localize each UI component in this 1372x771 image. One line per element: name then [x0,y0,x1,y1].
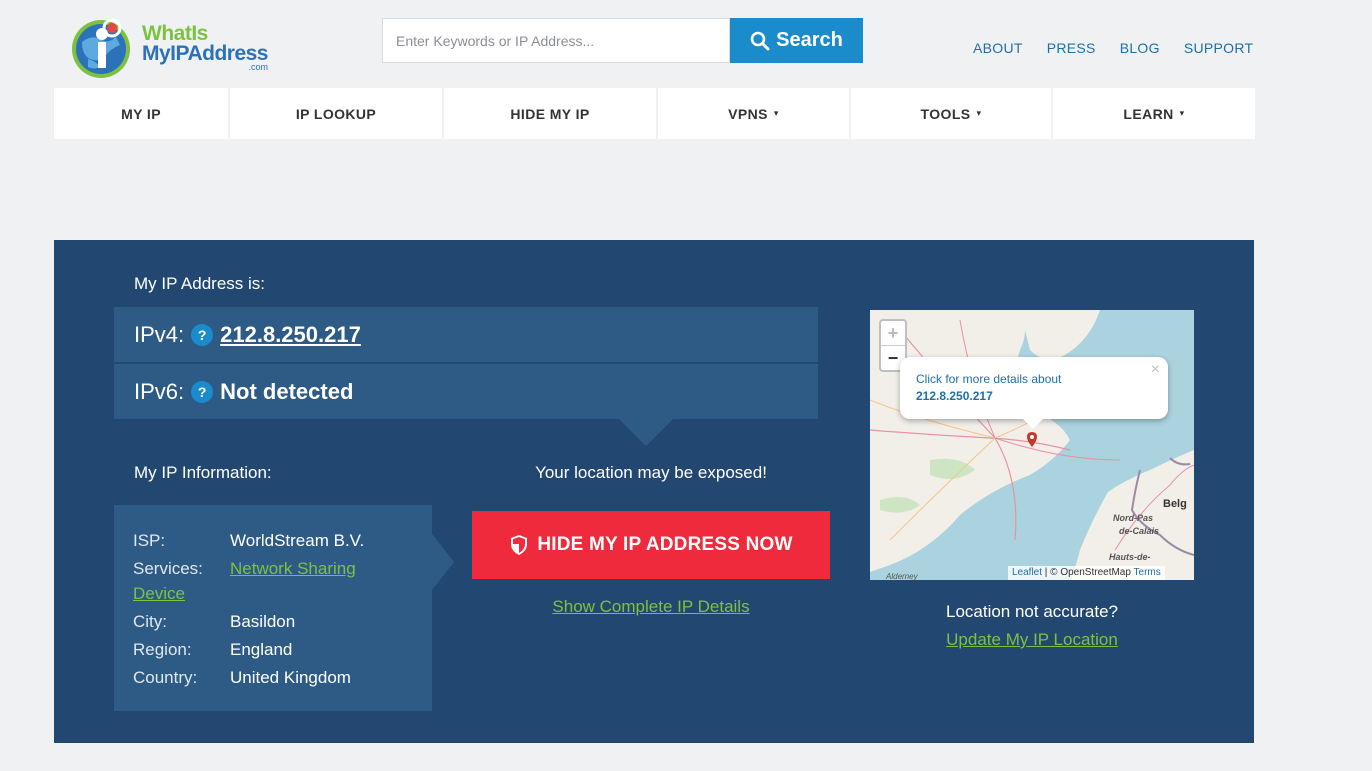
region-value: England [230,640,293,659]
search-button-label: Search [776,29,843,51]
nav-label: MY IP [121,105,161,122]
globe-logo-icon [68,14,134,80]
dropdown-caret-icon: ▾ [976,108,982,118]
nav-item-tools[interactable]: TOOLS ▾ [851,88,1053,139]
ipv4-value-link[interactable]: 212.8.250.217 [220,322,361,348]
logo-text-line2: MyIPAddress [142,41,269,65]
country-value: United Kingdom [230,668,351,687]
search-input[interactable] [382,18,730,63]
map-popup[interactable]: Click for more details about 212.8.250.2… [900,357,1168,419]
ipv6-label: IPv6: [134,378,185,404]
country-key: Country: [133,668,198,687]
ipv4-label: IPv4: [134,321,185,347]
nav-item-hide-my-ip[interactable]: HIDE MY IP [444,88,658,139]
map-label-calais: de-Calais [1119,526,1160,536]
support-link[interactable]: SUPPORT [1184,40,1254,56]
map-label-alderney: Alderney [886,572,918,580]
info-heading: My IP Information: [134,463,272,482]
dropdown-caret-icon: ▾ [1179,108,1185,118]
map-tiles [870,310,1194,580]
ipv6-row: IPv6: ? Not detected [114,364,818,419]
help-icon[interactable]: ? [191,323,214,346]
city-key: City: [133,612,167,631]
leaflet-link[interactable]: Leaflet [1012,567,1042,578]
isp-key: ISP: [133,531,166,550]
nav-label: IP LOOKUP [295,105,377,122]
popup-ip: 212.8.250.217 [916,389,993,403]
exposed-warning: Your location may be exposed! [535,463,767,482]
help-icon[interactable]: ? [191,380,214,403]
map-attribution: Leaflet | © OpenStreetMap Terms [1008,566,1165,580]
nav-item-learn[interactable]: LEARN ▾ [1053,88,1255,139]
popup-tip [1022,418,1044,429]
region-key: Region: [133,640,192,659]
map-label-nord: Nord-Pas [1113,513,1154,523]
ip-heading: My IP Address is: [134,274,266,293]
hide-button-label: HIDE MY IP ADDRESS NOW [537,534,793,555]
blog-link[interactable]: BLOG [1120,40,1160,56]
nav-label: VPNS [728,105,768,122]
hide-my-ip-button[interactable]: HIDE MY IP ADDRESS NOW [472,511,830,579]
services-link[interactable]: Network Sharing [230,555,356,583]
nav-label: LEARN [1123,105,1174,122]
site-logo[interactable]: WhatIs MyIPAddress .com [68,12,278,82]
services-key: Services: [133,559,203,578]
nav-item-ip-lookup[interactable]: IP LOOKUP [230,88,444,139]
attribution-text: | © OpenStreetMap [1042,567,1134,578]
nav-item-my-ip[interactable]: MY IP [54,88,230,139]
close-icon[interactable]: × [1151,361,1160,379]
terms-link[interactable]: Terms [1134,567,1161,578]
ipv6-value: Not detected [220,378,354,404]
show-ip-details-link[interactable]: Show Complete IP Details [472,597,830,617]
isp-value: WorldStream B.V. [230,531,365,550]
services-link-continued[interactable]: Device [133,580,185,608]
update-location-link[interactable]: Update My IP Location [870,630,1194,650]
main-nav: MY IP IP LOOKUP HIDE MY IP VPNS ▾ TOOLS ▾ … [54,88,1255,139]
map-label-hauts: Hauts-de- [1109,552,1151,562]
top-links: ABOUT PRESS BLOG SUPPORT [973,40,1253,56]
info-box-pointer [432,534,454,590]
nav-item-vpns[interactable]: VPNS ▾ [658,88,851,139]
location-map[interactable]: Belg Nord-Pas de-Calais Hauts-de- Aldern… [870,310,1194,580]
ip-info-box: ISP: WorldStream B.V. Services: Network Sh… [114,505,432,711]
about-link[interactable]: ABOUT [973,40,1023,56]
nav-label: TOOLS [920,105,971,122]
nav-label: HIDE MY IP [510,105,590,122]
city-value: Basildon [230,612,296,631]
ipv4-row: IPv4: ? 212.8.250.217 [114,307,818,362]
logo-text-line1: WhatIs [142,21,208,45]
ip-row-pointer [619,419,673,446]
search-button[interactable]: Search [730,18,863,63]
shield-icon [511,535,528,555]
search-icon [750,31,770,50]
dropdown-caret-icon: ▾ [773,108,779,118]
zoom-in-button[interactable]: + [881,321,905,346]
location-question: Location not accurate? [945,602,1118,621]
popup-text: Click for more details about [916,372,1062,386]
map-label-belg: Belg [1163,498,1187,510]
press-link[interactable]: PRESS [1047,40,1096,56]
